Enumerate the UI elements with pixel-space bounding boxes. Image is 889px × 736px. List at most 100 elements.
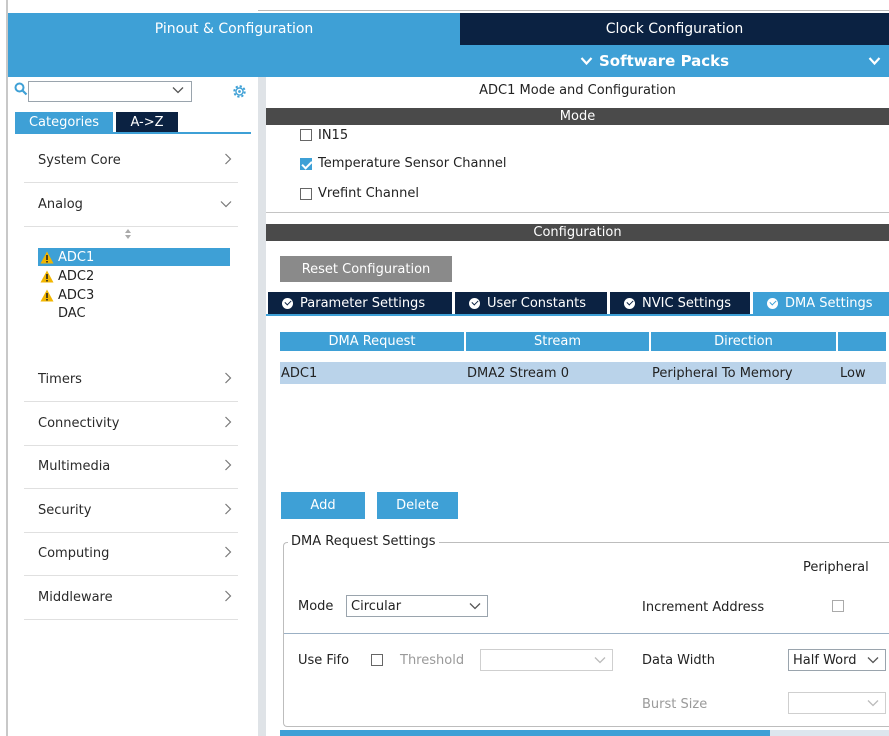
table-cell-priority: Low bbox=[840, 365, 866, 381]
analog-item-label: ADC3 bbox=[58, 287, 95, 303]
chevron-down-icon[interactable] bbox=[868, 45, 881, 77]
reset-configuration-button[interactable]: Reset Configuration bbox=[280, 256, 452, 282]
check-circle-icon bbox=[767, 297, 778, 309]
tab-parameter-settings[interactable]: Parameter Settings bbox=[268, 292, 452, 314]
mode-item-label: IN15 bbox=[318, 127, 349, 143]
tab-a-to-z[interactable]: A->Z bbox=[116, 112, 178, 132]
sidebar-item-label: Analog bbox=[38, 197, 83, 212]
software-packs-menu[interactable]: Software Packs bbox=[580, 45, 729, 77]
column-header-direction[interactable]: Direction bbox=[651, 332, 836, 351]
chevron-right-icon bbox=[224, 546, 232, 562]
column-header-stream[interactable]: Stream bbox=[466, 332, 649, 351]
group-legend: DMA Request Settings bbox=[288, 534, 439, 549]
top-divider bbox=[258, 10, 889, 11]
chevron-down-icon[interactable] bbox=[172, 83, 184, 97]
sidebar-item-analog[interactable]: Analog bbox=[24, 183, 238, 227]
analog-item-label: DAC bbox=[58, 305, 86, 321]
data-width-select[interactable]: Half Word bbox=[788, 649, 886, 671]
tab-pinout-configuration[interactable]: Pinout & Configuration bbox=[8, 13, 460, 45]
tab-categories[interactable]: Categories bbox=[15, 112, 113, 132]
sidebar-item-middleware[interactable]: Middleware bbox=[24, 576, 238, 620]
use-fifo-checkbox[interactable] bbox=[371, 654, 383, 666]
chevron-right-icon bbox=[224, 153, 232, 169]
checkbox[interactable] bbox=[300, 187, 312, 200]
tab-label: User Constants bbox=[487, 295, 586, 311]
chevron-down-icon bbox=[867, 696, 879, 710]
divider bbox=[284, 633, 889, 634]
chevron-right-icon bbox=[224, 459, 232, 475]
analog-item-adc1[interactable]: ADC1 bbox=[38, 248, 230, 266]
tab-label: DMA Settings bbox=[785, 295, 873, 311]
horizontal-scrollbar-thumb[interactable] bbox=[280, 730, 770, 736]
gear-icon[interactable] bbox=[231, 83, 248, 100]
chevron-right-icon bbox=[224, 372, 232, 388]
checkbox-checked[interactable] bbox=[300, 157, 312, 170]
chevron-down-icon bbox=[580, 52, 593, 70]
check-circle-icon bbox=[282, 297, 293, 309]
search-input[interactable] bbox=[28, 81, 192, 102]
analog-item-label: ADC2 bbox=[58, 268, 95, 284]
sidebar-item-label: Security bbox=[38, 503, 92, 518]
warning-icon bbox=[40, 289, 54, 301]
increment-address-label: Increment Address bbox=[642, 600, 765, 615]
tab-user-constants[interactable]: User Constants bbox=[455, 292, 607, 314]
threshold-select[interactable] bbox=[480, 649, 613, 671]
mode-section-header: Mode bbox=[266, 108, 889, 125]
chevron-down-icon bbox=[220, 197, 232, 212]
table-cell-stream: DMA2 Stream 0 bbox=[467, 365, 569, 381]
column-header-dma-request[interactable]: DMA Request bbox=[280, 332, 464, 351]
mode-select-value: Circular bbox=[351, 598, 402, 614]
warning-icon bbox=[40, 251, 54, 263]
sidebar-item-computing[interactable]: Computing bbox=[24, 532, 238, 576]
sidebar-item-label: Connectivity bbox=[38, 416, 120, 431]
sidebar-item-connectivity[interactable]: Connectivity bbox=[24, 402, 238, 446]
tab-underline bbox=[266, 314, 889, 316]
chevron-down-icon bbox=[594, 653, 606, 667]
sidebar-item-multimedia[interactable]: Multimedia bbox=[24, 445, 238, 489]
sort-arrows-icon[interactable] bbox=[124, 228, 132, 243]
check-circle-icon bbox=[624, 297, 635, 309]
software-packs-bar bbox=[8, 45, 889, 77]
sidebar-item-timers[interactable]: Timers bbox=[24, 358, 238, 402]
use-fifo-label: Use Fifo bbox=[298, 653, 350, 668]
tab-label: Parameter Settings bbox=[300, 295, 426, 311]
sidebar-item-label: Middleware bbox=[38, 590, 113, 605]
table-row[interactable] bbox=[280, 362, 886, 384]
mode-item-vrefint[interactable]: Vrefint Channel bbox=[300, 186, 419, 201]
mode-item-label: Temperature Sensor Channel bbox=[318, 156, 507, 171]
table-cell-request: ADC1 bbox=[281, 365, 318, 381]
sidebar-item-security[interactable]: Security bbox=[24, 489, 238, 533]
mode-label: Mode bbox=[298, 599, 334, 614]
peripheral-increment-checkbox[interactable] bbox=[832, 600, 844, 612]
panel-splitter[interactable] bbox=[258, 77, 266, 736]
checkbox[interactable] bbox=[300, 129, 312, 141]
tab-clock-configuration[interactable]: Clock Configuration bbox=[460, 13, 889, 45]
page-title: ADC1 Mode and Configuration bbox=[479, 83, 676, 98]
analog-item-adc2[interactable]: ADC2 bbox=[38, 267, 230, 285]
mode-select[interactable]: Circular bbox=[346, 595, 488, 617]
table-cell-direction: Peripheral To Memory bbox=[652, 365, 793, 381]
chevron-down-icon bbox=[867, 653, 879, 667]
mode-item-temperature-sensor[interactable]: Temperature Sensor Channel bbox=[300, 156, 507, 171]
sidebar-item-system-core[interactable]: System Core bbox=[24, 139, 238, 183]
peripheral-header: Peripheral bbox=[803, 560, 869, 575]
delete-button[interactable]: Delete bbox=[377, 492, 458, 519]
sidebar-item-label: Multimedia bbox=[38, 459, 111, 474]
tab-label: NVIC Settings bbox=[642, 295, 731, 311]
horizontal-scrollbar-track[interactable] bbox=[770, 730, 889, 736]
burst-size-select[interactable] bbox=[788, 692, 886, 714]
chevron-right-icon bbox=[224, 416, 232, 432]
data-width-value: Half Word bbox=[793, 652, 857, 668]
column-header-priority[interactable] bbox=[838, 332, 886, 351]
mode-item-label: Vrefint Channel bbox=[318, 186, 419, 201]
tab-dma-settings[interactable]: DMA Settings bbox=[753, 292, 889, 314]
mode-item-in15[interactable]: IN15 bbox=[300, 127, 348, 143]
tab-nvic-settings[interactable]: NVIC Settings bbox=[610, 292, 750, 314]
tab-underline bbox=[15, 132, 251, 134]
add-button[interactable]: Add bbox=[281, 492, 365, 519]
analog-item-label: ADC1 bbox=[58, 249, 95, 265]
analog-item-dac[interactable]: DAC bbox=[38, 304, 230, 322]
data-width-label: Data Width bbox=[642, 653, 715, 668]
chevron-down-icon bbox=[469, 599, 481, 613]
analog-item-adc3[interactable]: ADC3 bbox=[38, 286, 230, 304]
